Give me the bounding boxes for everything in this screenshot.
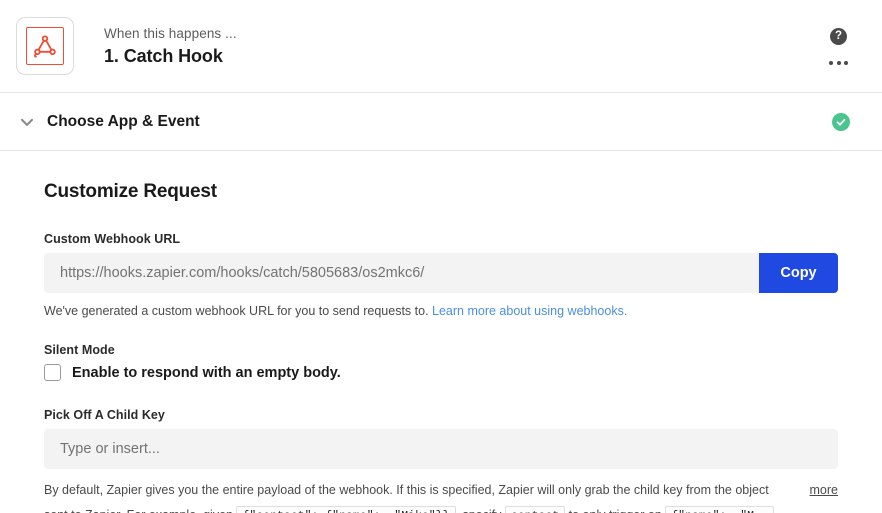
silent-mode-checkbox-row: Enable to respond with an empty body.: [44, 364, 838, 382]
webhooks-icon: [26, 27, 64, 65]
description-line2-part3: to only trigger on: [569, 508, 662, 513]
webhook-url-row: https://hooks.zapier.com/hooks/catch/580…: [44, 253, 838, 293]
silent-mode-checkbox[interactable]: [44, 364, 61, 382]
code-snippet-name-object: {"name": "M..: [665, 505, 774, 513]
customize-request-panel: Customize Request Custom Webhook URL htt…: [0, 151, 882, 513]
webhook-url-help-text: We've generated a custom webhook URL for…: [44, 302, 838, 320]
chevron-down-icon[interactable]: [16, 111, 38, 133]
description-line-1: By default, Zapier gives you the entire …: [44, 483, 769, 498]
page-title: Customize Request: [44, 181, 217, 202]
section-label: Choose App & Event: [47, 112, 200, 130]
child-key-description: By default, Zapier gives you the entire …: [44, 479, 838, 513]
field-custom-webhook-url: Custom Webhook URL https://hooks.zapier.…: [44, 232, 838, 320]
app-icon-tile[interactable]: [16, 17, 74, 75]
custom-webhook-url-label: Custom Webhook URL: [44, 232, 181, 246]
step-header-text: When this happens ... 1. Catch Hook: [104, 27, 237, 66]
webhook-url-input[interactable]: https://hooks.zapier.com/hooks/catch/580…: [44, 253, 759, 293]
silent-mode-checkbox-label: Enable to respond with an empty body.: [72, 364, 341, 381]
description-line-2: sent to Zapier. For example, given {"con…: [44, 504, 838, 513]
help-icon[interactable]: ?: [830, 28, 847, 45]
field-silent-mode: Silent Mode Enable to respond with an em…: [44, 343, 838, 382]
description-line2-part2: , specify: [456, 508, 502, 513]
copy-button[interactable]: Copy: [759, 253, 838, 293]
more-options-icon[interactable]: [829, 61, 848, 65]
webhook-help-prefix: We've generated a custom webhook URL for…: [44, 304, 429, 318]
more-link[interactable]: more: [799, 479, 838, 503]
learn-more-webhooks-link[interactable]: Learn more about using webhooks.: [432, 304, 627, 318]
code-snippet-contact-object: {"contact": {"name": "Mike"}}: [236, 505, 456, 513]
pick-off-child-key-input[interactable]: Type or insert...: [44, 429, 838, 470]
step-header: When this happens ... 1. Catch Hook ?: [0, 0, 882, 93]
zap-editor-page: When this happens ... 1. Catch Hook ? Ch…: [0, 0, 882, 513]
header-actions: ?: [829, 0, 848, 93]
silent-mode-label: Silent Mode: [44, 343, 115, 358]
description-line2-part1: sent to Zapier. For example, given: [44, 508, 233, 513]
check-circle-icon: [832, 112, 850, 131]
step-title: 1. Catch Hook: [104, 46, 223, 67]
step-eyebrow: When this happens ...: [104, 25, 237, 41]
code-snippet-contact-key: contact: [504, 505, 566, 513]
pick-off-child-key-label: Pick Off A Child Key: [44, 408, 165, 423]
section-choose-app-and-event[interactable]: Choose App & Event: [0, 93, 882, 151]
field-pick-off-child-key: Pick Off A Child Key Type or insert...: [44, 408, 838, 470]
